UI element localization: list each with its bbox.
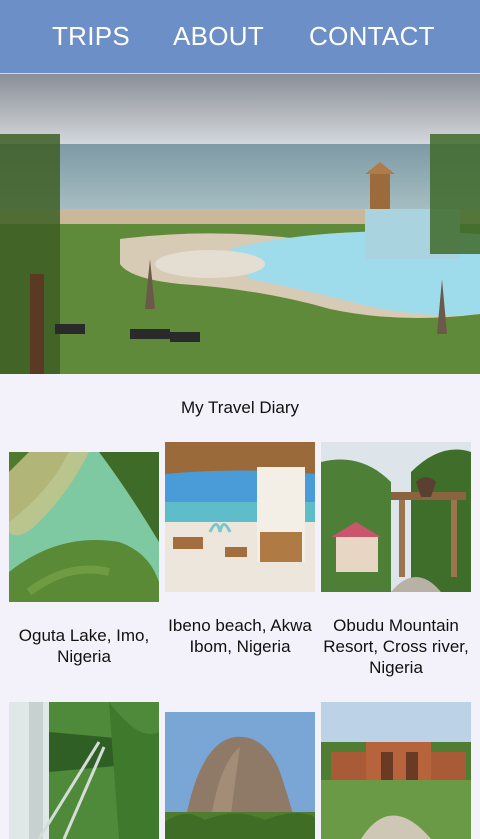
hero-image: [0, 74, 480, 374]
card-caption-oguta-lake: Oguta Lake, Imo, Nigeria: [18, 626, 150, 666]
top-navigation: TRIPS ABOUT CONTACT: [0, 0, 480, 74]
nav-trips-link[interactable]: TRIPS: [52, 20, 130, 52]
nav-about-link[interactable]: ABOUT: [173, 20, 264, 52]
card-image-ibeno-beach[interactable]: [165, 442, 315, 592]
card-image-resort-building[interactable]: [321, 702, 471, 839]
nav-contact-link[interactable]: CONTACT: [309, 20, 435, 52]
card-image-rock-mountain[interactable]: [165, 712, 315, 839]
card-caption-obudu-resort: Obudu Mountain Resort, Cross river, Nige…: [323, 616, 469, 677]
card-image-obudu-resort[interactable]: [321, 442, 471, 592]
card-caption-ibeno-beach: Ibeno beach, Akwa Ibom, Nigeria: [168, 616, 312, 656]
diary-title: My Travel Diary: [180, 398, 300, 417]
card-image-canopy-walkway[interactable]: [9, 702, 159, 839]
card-image-oguta-lake[interactable]: [9, 452, 159, 602]
